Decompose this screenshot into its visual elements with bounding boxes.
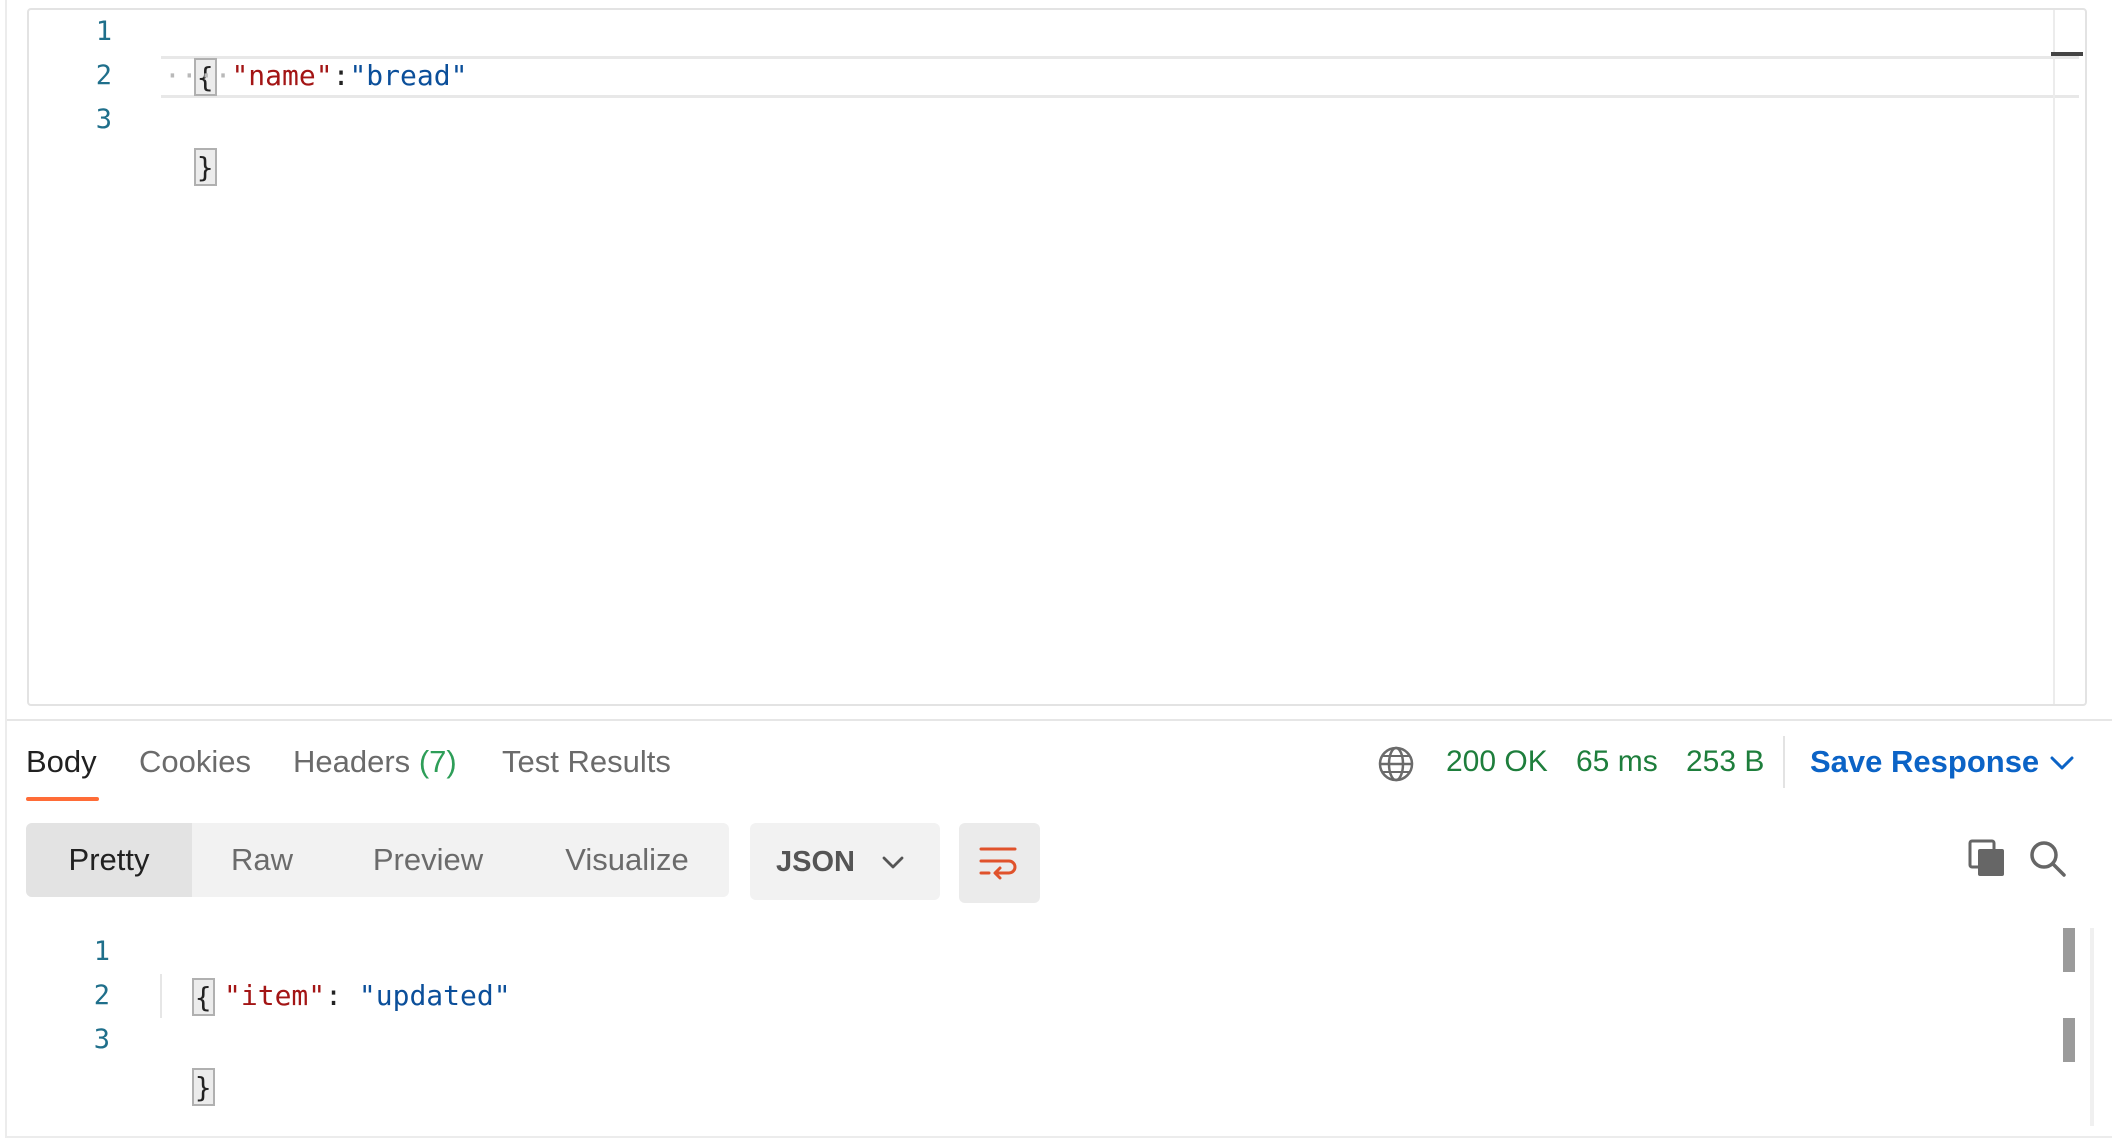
open-brace: { (191, 978, 215, 1016)
tab-test-results[interactable]: Test Results (502, 742, 671, 782)
scrollbar-marker (2063, 928, 2075, 972)
json-key: "name" (231, 59, 333, 92)
wrap-lines-icon (979, 847, 1017, 880)
wrap-lines-button[interactable] (959, 823, 1040, 903)
tab-body[interactable]: Body (26, 742, 97, 782)
tab-cookies[interactable]: Cookies (139, 742, 251, 782)
save-response-button[interactable]: Save Response (1810, 742, 2039, 782)
code-line: ····"name":"bread" (164, 54, 467, 98)
view-raw[interactable]: Raw (192, 823, 332, 897)
copy-icon[interactable] (1967, 838, 2007, 878)
editor-scrollbar[interactable] (2051, 10, 2085, 704)
globe-icon[interactable] (1377, 745, 1415, 783)
close-brace: } (193, 148, 217, 186)
chevron-down-icon[interactable] (2048, 752, 2076, 774)
response-time[interactable]: 65 ms (1576, 742, 1658, 782)
indent-guide (160, 974, 162, 1018)
line-number: 3 (93, 1024, 110, 1055)
line-number: 3 (95, 104, 112, 135)
view-preview[interactable]: Preview (344, 823, 512, 897)
code-line: "item": "updated" (224, 974, 511, 1018)
code-line: } (160, 100, 217, 186)
chevron-down-icon (882, 856, 904, 869)
status-code[interactable]: 200 OK (1446, 742, 1548, 782)
tab-headers[interactable]: Headers (7) (293, 742, 457, 782)
json-colon: : (325, 979, 359, 1012)
json-key: "item" (224, 979, 326, 1012)
headers-count-badge: (7) (418, 744, 457, 779)
request-body-editor[interactable] (27, 8, 2087, 706)
section-divider (7, 719, 2112, 721)
line-number: 2 (93, 980, 110, 1011)
view-pretty[interactable]: Pretty (26, 823, 192, 897)
line-number: 2 (95, 60, 112, 91)
status-divider (1783, 736, 1785, 788)
tab-headers-label: Headers (293, 744, 411, 779)
code-line: { (158, 930, 215, 1016)
code-line: } (158, 1020, 215, 1106)
response-size[interactable]: 253 B (1686, 742, 1764, 782)
response-scrollbar[interactable] (2090, 928, 2094, 1126)
scrollbar-marker (2063, 1018, 2075, 1062)
indent-whitespace-dots: ···· (164, 59, 232, 92)
json-string-value: "updated" (358, 979, 511, 1012)
line-number: 1 (93, 936, 110, 967)
view-visualize[interactable]: Visualize (540, 823, 714, 897)
code-line: { (160, 10, 217, 96)
line-number: 1 (95, 16, 112, 47)
active-tab-indicator (26, 797, 99, 801)
json-colon: : (332, 59, 350, 92)
close-brace: } (191, 1068, 215, 1106)
scrollbar-cursor-marker (2051, 52, 2083, 56)
search-icon[interactable] (2027, 838, 2067, 878)
json-string-value: "bread" (349, 59, 468, 92)
format-dropdown-label: JSON (776, 846, 855, 878)
